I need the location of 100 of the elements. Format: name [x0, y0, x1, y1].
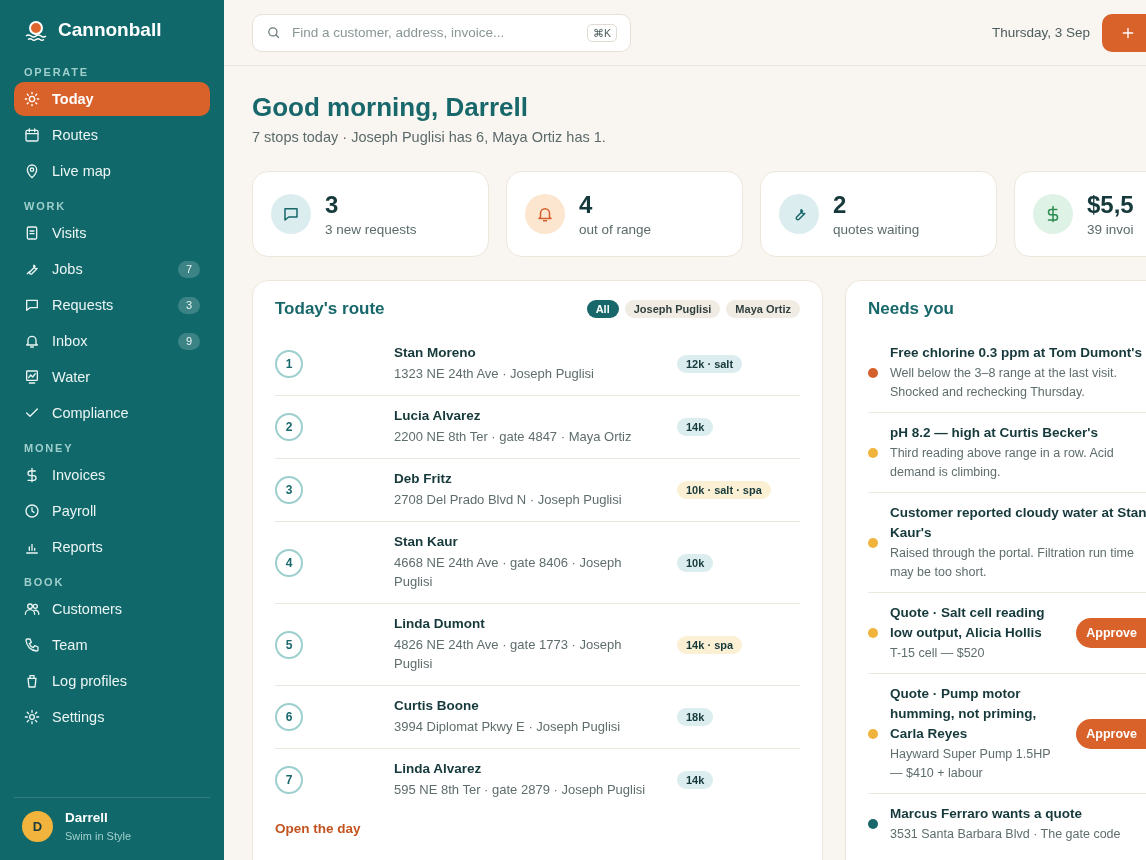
customer-name: Linda Alvarez [394, 761, 483, 776]
chat-bubble-icon [24, 297, 40, 313]
date-label: Thursday, 3 Sep [991, 25, 1090, 40]
alert-title: Quote · Salt cell reading low output, Alicia Hollis [890, 604, 1046, 642]
pool-tag: 14k [677, 418, 714, 436]
sun-icon [24, 91, 40, 107]
phone-icon [24, 637, 40, 653]
stop-details: 595 NE 8th Ter · gate 2879 · Joseph Puglisi [394, 781, 647, 799]
alert-title: Free chlorine 0.3 ppm at Tom Dumont's [890, 344, 1143, 362]
nav-item[interactable]: Customers [14, 592, 210, 626]
stop-details: 3994 Diplomat Pkwy E · Joseph Puglisi [394, 718, 622, 736]
alert-title: Quote · Pump motor humming, not priming, Carla Reyes [890, 685, 1038, 743]
clipboard-icon [24, 225, 40, 241]
approve-button[interactable]: Approve [1076, 718, 1146, 749]
stat-label: 3 new requests [325, 222, 417, 237]
filter-chip[interactable]: Joseph Puglisi [624, 300, 721, 318]
pool-tag: 14k · spa [677, 635, 743, 654]
section-label: WORK [23, 199, 68, 214]
stop-number: 7 [275, 766, 303, 794]
filter-chip[interactable]: All [586, 300, 619, 318]
alert-title: pH 8.2 — high at Curtis Becker's [890, 424, 1100, 442]
alert-details: Raised through the portal. Filtration run time may be too short. [890, 545, 1135, 581]
nav-item[interactable]: Settings [14, 700, 210, 734]
stat-value: $5,5 [1087, 191, 1134, 219]
chat-bubble-icon [282, 205, 300, 223]
bell-icon [536, 205, 554, 223]
stat-label: out of range [579, 222, 652, 237]
nav-item[interactable]: Jobs 7 [14, 252, 210, 286]
nav-item[interactable]: Log profiles [14, 664, 210, 698]
stop-number: 1 [275, 350, 303, 378]
approve-button[interactable]: Approve [1076, 618, 1146, 648]
alert-title: Customer reported cloudy water at Stan Kaur's [890, 504, 1146, 542]
pool-tag: 10k [677, 553, 714, 572]
nav-item[interactable]: Reports [14, 530, 210, 564]
nav-item[interactable]: Team [14, 628, 210, 662]
nav-item[interactable]: Inbox 9 [14, 324, 210, 358]
stop-details: 4668 NE 24th Ave · gate 8406 · Joseph Puglisi [394, 554, 623, 591]
alert-details: T-15 cell — $520 [890, 645, 986, 662]
pool-tag: 18k [677, 708, 714, 726]
customer-name: Stan Moreno [394, 345, 477, 360]
customer-name: Stan Kaur [394, 534, 459, 549]
alert-title: Marcus Ferraro wants a quote [890, 805, 1084, 823]
count-badge: 9 [178, 332, 200, 350]
greeting-subtitle: 7 stops today · Joseph Puglisi has 6, Maya Ortiz has 1. [252, 129, 607, 145]
alert-details: Well below the 3–8 range at the last visit. Shocked and rechecking Thursday. [890, 365, 1118, 401]
stop-details: 2200 NE 8th Ter · gate 4847 · Maya Ortiz [394, 428, 633, 446]
nav-item[interactable]: Live map [14, 154, 210, 188]
alert-details: Third reading above range in a row. Acid demand is climbing. [890, 445, 1115, 481]
count-badge: 7 [178, 260, 200, 278]
stat-value: 2 [833, 191, 848, 219]
stat-label: 39 invoi [1087, 222, 1134, 237]
section-label: OPERATE [23, 65, 90, 80]
calendar-icon [24, 127, 40, 143]
gear-icon [24, 709, 40, 725]
nav-item[interactable]: Invoices [14, 458, 210, 492]
pool-tag: 10k · salt · spa [677, 481, 771, 499]
dollar-icon [24, 467, 40, 483]
customer-name: Lucia Alvarez [394, 408, 482, 423]
stop-number: 2 [275, 413, 303, 441]
nav-item[interactable]: Compliance [14, 396, 210, 430]
alert-details: 3531 Santa Barbara Blvd · The gate code [890, 826, 1122, 843]
open-day-link[interactable]: Open the day [275, 821, 361, 836]
customer-name: Deb Fritz [394, 471, 453, 486]
card-title: Today's route [275, 299, 385, 319]
count-badge: 3 [178, 296, 200, 314]
nav-item[interactable]: Visits [14, 216, 210, 250]
bucket-icon [24, 673, 40, 689]
logo-icon [24, 18, 48, 42]
stop-details: 1323 NE 24th Ave · Joseph Puglisi [394, 365, 595, 383]
pool-tag: 12k · salt [677, 355, 743, 373]
stop-number: 5 [275, 630, 303, 659]
filter-chip[interactable]: Maya Ortiz [726, 300, 800, 318]
stop-number: 3 [275, 476, 303, 504]
pool-tag: 14k [677, 771, 714, 789]
stat-value: 4 [579, 191, 594, 219]
alert-details: Hayward Super Pump 1.5HP — $410 + labour [890, 746, 1052, 782]
stop-details: 2708 Del Prado Blvd N · Joseph Puglisi [394, 491, 623, 509]
nav-item[interactable]: Routes [14, 118, 210, 152]
stat-value: 3 [325, 191, 340, 219]
stat-label: quotes waiting [833, 222, 920, 237]
card-title: Needs you [868, 299, 955, 319]
nav-item[interactable]: Requests 3 [14, 288, 210, 322]
company-name: Swim in Style [65, 830, 132, 842]
user-avatar: D [22, 810, 53, 842]
stop-details: 4826 NE 24th Ave · gate 1773 · Joseph Puglisi [394, 636, 623, 673]
clock-icon [24, 503, 40, 519]
user-name: Darrell [65, 810, 109, 825]
greeting-title: Good morning, Darrell [252, 92, 529, 123]
monitor-chart-icon [24, 369, 40, 385]
section-label: MONEY [23, 441, 75, 456]
section-label: BOOK [23, 575, 66, 590]
location-pin-icon [24, 163, 40, 179]
stop-number: 6 [275, 703, 303, 731]
stop-number: 4 [275, 548, 303, 577]
brand-name: Cannonball [58, 19, 162, 41]
nav-item[interactable]: Today [14, 82, 210, 116]
nav-item[interactable]: Payroll [14, 494, 210, 528]
nav-item[interactable]: Water [14, 360, 210, 394]
bell-icon [24, 333, 40, 349]
customer-name: Curtis Boone [394, 698, 480, 713]
